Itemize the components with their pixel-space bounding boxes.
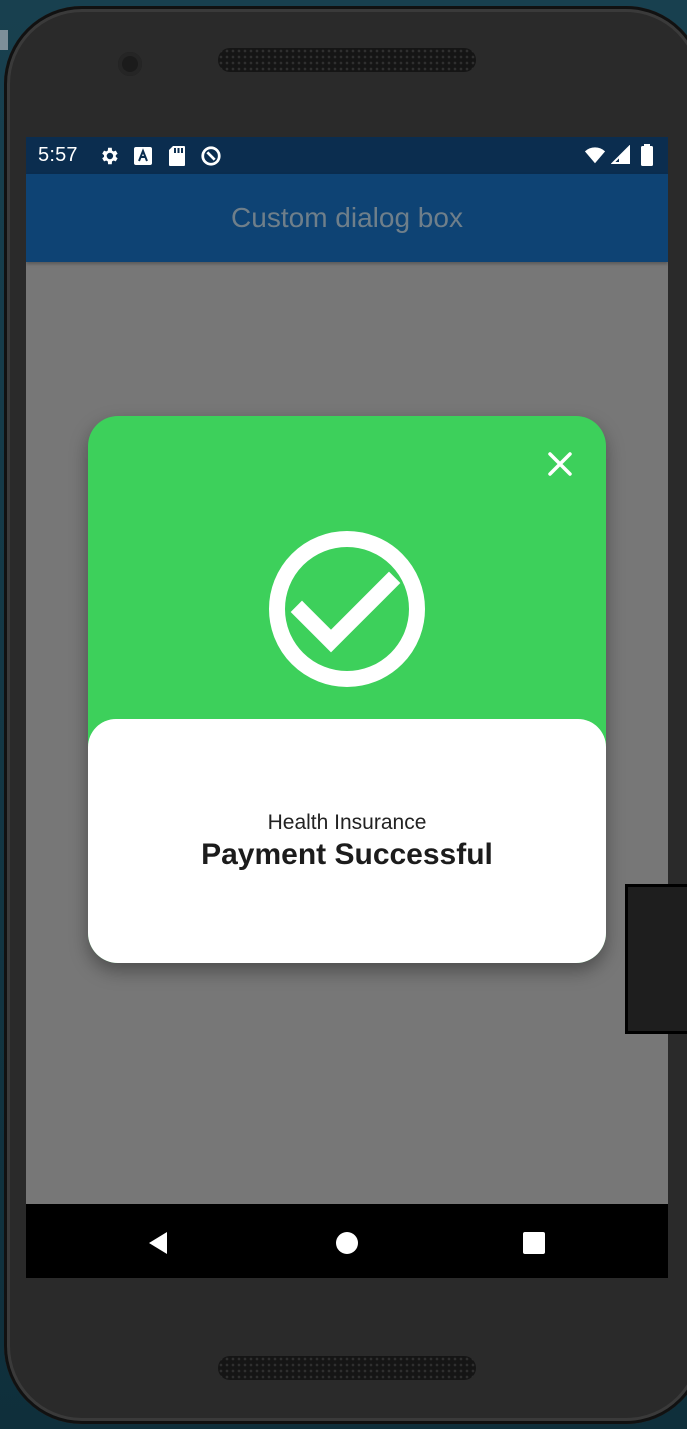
home-button[interactable]	[332, 1228, 362, 1258]
back-icon	[149, 1232, 167, 1254]
device-stage: 5:57 Custom dialog box Health Insurance …	[0, 0, 687, 1429]
cell-signal-icon	[610, 144, 632, 166]
navigation-bar	[26, 1204, 668, 1278]
sd-card-icon	[166, 145, 188, 167]
status-time: 5:57	[38, 144, 78, 166]
dialog-body: Health Insurance Payment Successful	[88, 719, 606, 963]
font-a-icon	[132, 145, 154, 167]
status-bar: 5:57	[26, 137, 668, 174]
status-right-icons	[584, 144, 658, 166]
edge-highlight	[0, 30, 8, 50]
battery-icon	[636, 144, 658, 166]
wifi-icon	[584, 144, 606, 166]
at-sign-icon	[200, 145, 222, 167]
bottom-speaker	[218, 1356, 476, 1380]
dialog-subtitle: Health Insurance	[267, 811, 427, 834]
recents-icon	[523, 1232, 545, 1254]
back-button[interactable]	[144, 1228, 174, 1258]
app-title: Custom dialog box	[231, 202, 463, 233]
payment-dialog: Health Insurance Payment Successful	[88, 416, 606, 963]
close-button[interactable]	[544, 448, 576, 480]
app-bar: Custom dialog box	[26, 174, 668, 262]
close-icon	[548, 452, 572, 476]
home-icon	[336, 1232, 358, 1254]
recents-button[interactable]	[519, 1228, 549, 1258]
device-screen: 5:57 Custom dialog box Health Insurance …	[26, 137, 668, 1278]
side-frame-element	[625, 884, 687, 1034]
front-camera	[118, 52, 142, 76]
status-left-icons	[98, 145, 222, 167]
top-speaker	[218, 48, 476, 72]
check-circle-icon	[268, 530, 426, 688]
settings-icon	[98, 145, 120, 167]
dialog-title: Payment Successful	[201, 838, 493, 871]
